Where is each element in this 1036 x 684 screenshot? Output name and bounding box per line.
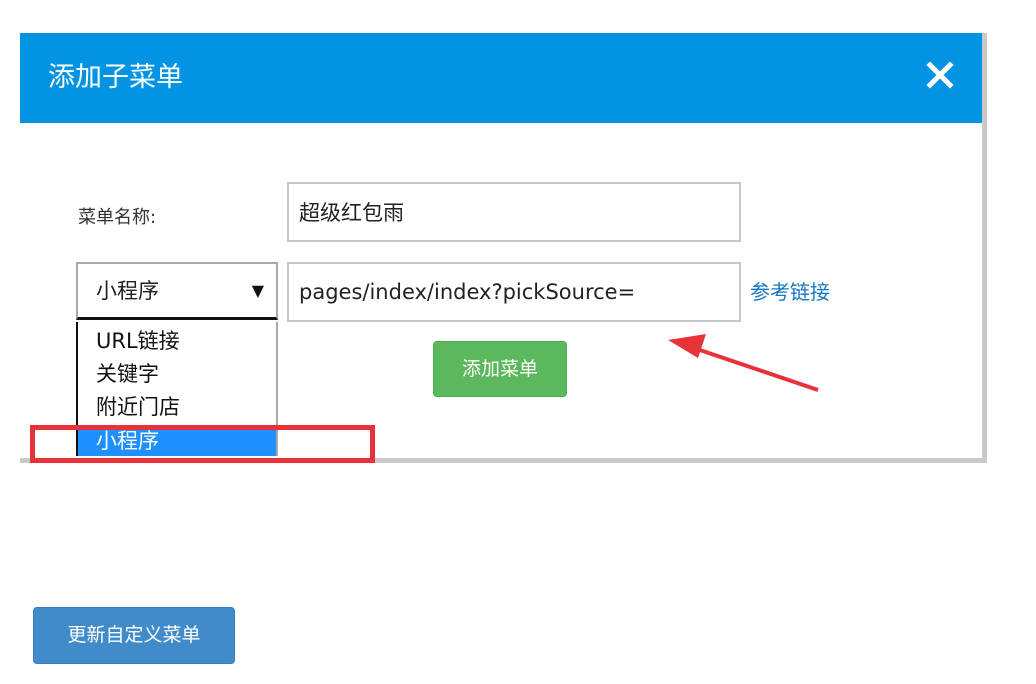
annotation-arrow <box>668 334 819 392</box>
annotation-highlight-box <box>30 425 375 463</box>
update-custom-menu-button[interactable]: 更新自定义菜单 <box>33 607 235 664</box>
